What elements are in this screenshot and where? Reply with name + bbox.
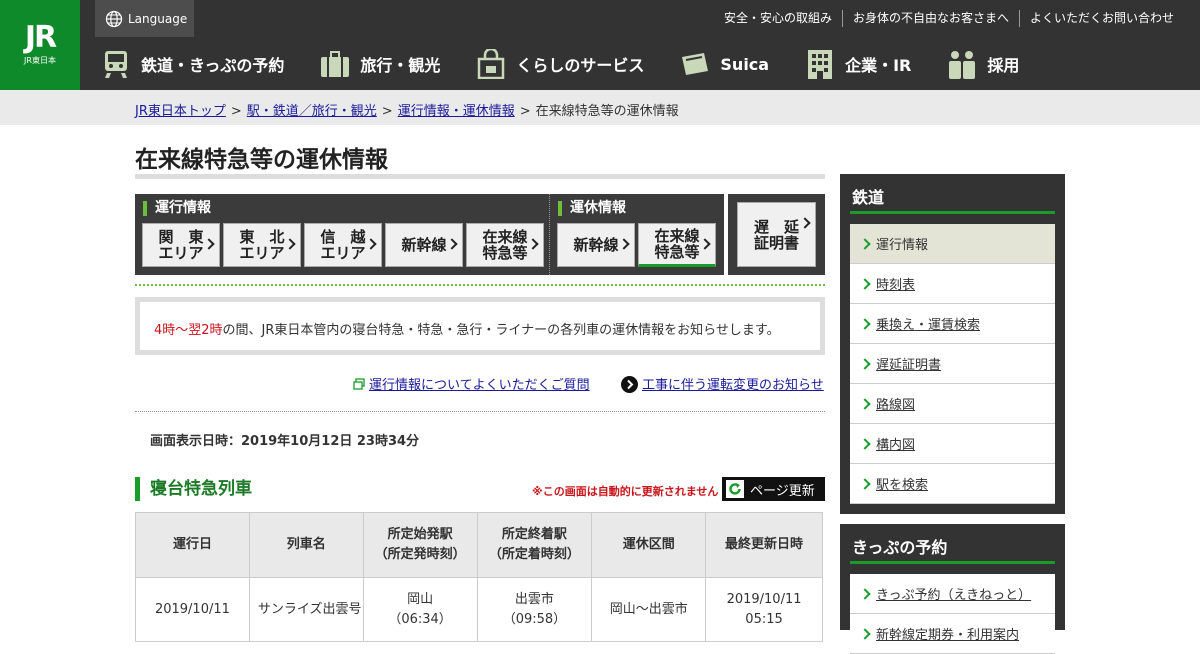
construction-link[interactable]: 工事に伴う運転変更のお知らせ — [642, 378, 824, 393]
tab-delay-certificate[interactable]: 遅 延証明書 — [737, 202, 816, 267]
sidebar-item-route-map[interactable]: 路線図 — [850, 384, 1055, 424]
nav-railway[interactable]: 鉄道・きっぷの予約 — [100, 49, 284, 79]
nav-label: くらしのサービス — [516, 56, 645, 75]
sidebar-item-commuter-pass[interactable]: 新幹線定期券・利用案内 — [850, 614, 1055, 654]
logo-mark: JR — [24, 20, 57, 55]
info-tabs: 運行情報 関 東エリア 東 北エリア 信 越エリア 新幹線 在来線 特急等 運休情… — [135, 194, 825, 275]
operation-tab-group: 運行情報 関 東エリア 東 北エリア 信 越エリア 新幹線 在来線 特急等 — [135, 194, 549, 275]
section-divider — [135, 284, 825, 286]
cell-section: 岡山～出雲市 — [591, 577, 707, 642]
suspension-table: 運行日 列車名 所定始発駅 （所定発時刻） 所定終着駅 （所定着時刻） 運休区間… — [135, 512, 823, 642]
suspension-group-label: 運休情報 — [558, 201, 626, 216]
sidebar-item-station-map[interactable]: 構内図 — [850, 424, 1055, 464]
jr-east-logo[interactable]: JR JR東日本 — [0, 0, 80, 90]
auto-update-note: ※この画面は自動的に更新されません — [532, 485, 719, 498]
sidebar-tickets-list: きっぷ予約（えきねっと） 新幹線定期券・利用案内 — [850, 574, 1055, 654]
nav-recruit[interactable]: 採用 — [946, 49, 1019, 79]
logo-subtext: JR東日本 — [24, 56, 56, 65]
page-title: 在来線特急等の運休情報 — [135, 147, 388, 173]
language-label: Language — [128, 11, 188, 26]
table-row: 2019/10/11 サンライズ出雲号 岡山 （06:34） 出雲市 （09:58）… — [135, 577, 823, 642]
nav-label: Suica — [720, 54, 770, 74]
tab-operation-shinkansen[interactable]: 新幹線 — [385, 223, 463, 267]
col-last-updated: 最終更新日時 — [705, 512, 823, 578]
cell-destination: 出雲市 （09:58） — [476, 577, 593, 642]
suica-card-icon — [679, 49, 711, 79]
faq-link[interactable]: 運行情報についてよくいただくご質問 — [369, 378, 590, 393]
sidebar-railway-title: 鉄道 — [850, 174, 1055, 214]
utility-links: 安全・安心の取組み お身体の不自由なお客さまへ よくいただくお問い合わせ — [714, 10, 1184, 27]
nav-label: 企業・IR — [845, 56, 912, 75]
cell-train-name: サンライズ出雲号 — [248, 577, 364, 642]
utility-link-accessibility[interactable]: お身体の不自由なお客さまへ — [841, 10, 1019, 27]
global-header: JR JR東日本 Language 安全・安心の取組み お身体の不自由なお客さま… — [0, 0, 1200, 90]
building-icon — [804, 49, 836, 79]
train-icon — [100, 49, 132, 79]
cell-updated: 2019/10/11 05:15 — [705, 577, 823, 642]
people-icon — [946, 49, 978, 79]
breadcrumb-link-top[interactable]: JR東日本トップ — [135, 104, 226, 119]
tab-suspension-shinkansen[interactable]: 新幹線 — [557, 223, 635, 267]
faq-link-wrap: 運行情報についてよくいただくご質問 — [353, 374, 590, 393]
sidebar-railway-list: 運行情報 時刻表 乗換え・運賃検索 遅延証明書 路線図 構内図 駅を検索 — [850, 224, 1055, 504]
sidebar-tickets: きっぷの予約 きっぷ予約（えきねっと） 新幹線定期券・利用案内 — [840, 524, 1065, 654]
col-origin: 所定始発駅 （所定発時刻） — [362, 512, 478, 578]
nav-travel[interactable]: 旅行・観光 — [319, 49, 440, 79]
nav-life-services[interactable]: くらしのサービス — [475, 49, 644, 79]
col-train-name: 列車名 — [248, 512, 364, 578]
display-timestamp: 画面表示日時：2019年10月12日 23時34分 — [150, 434, 420, 449]
sidebar-item-eki-net[interactable]: きっぷ予約（えきねっと） — [850, 574, 1055, 614]
sidebar-item-delay-certificate[interactable]: 遅延証明書 — [850, 344, 1055, 384]
utility-link-safety[interactable]: 安全・安心の取組み — [714, 10, 842, 27]
sidebar-item-service-info[interactable]: 運行情報 — [850, 224, 1055, 264]
sidebar-tickets-title: きっぷの予約 — [850, 524, 1055, 564]
nav-label: 旅行・観光 — [360, 56, 441, 75]
breadcrumb-bar: JR東日本トップ > 駅・鉄道／旅行・観光 > 運行情報・運休情報 > 在来線特急等の運休情… — [0, 90, 1200, 125]
tab-suspension-limited-express[interactable]: 在来線 特急等 — [638, 223, 716, 267]
nav-label: 採用 — [987, 56, 1020, 75]
notice-hours: 4時～翌2時 — [154, 323, 223, 338]
tab-shinetsu-area[interactable]: 信 越エリア — [304, 223, 382, 267]
nav-corporate-ir[interactable]: 企業・IR — [804, 49, 911, 79]
tab-kanto-area[interactable]: 関 東エリア — [142, 223, 220, 267]
suitcase-icon — [319, 49, 351, 79]
operation-group-label: 運行情報 — [143, 201, 211, 216]
cell-date: 2019/10/11 — [135, 577, 250, 642]
col-suspended-section: 運休区間 — [591, 512, 707, 578]
notice-text: の間、JR東日本管内の寝台特急・特急・急行・ライナーの各列車の運休情報をお知らせ… — [222, 323, 780, 338]
arrow-circle-icon — [621, 376, 638, 393]
tab-operation-limited-express[interactable]: 在来線 特急等 — [466, 223, 544, 267]
language-button[interactable]: Language — [95, 0, 194, 37]
nav-suica[interactable]: Suica — [679, 49, 769, 79]
notice-box: 4時～翌2時の間、JR東日本管内の寝台特急・特急・急行・ライナーの各列車の運休情… — [135, 297, 825, 355]
construction-link-wrap: 工事に伴う運転変更のお知らせ — [621, 374, 824, 393]
global-nav: 鉄道・きっぷの予約 旅行・観光 くらしのサービス Suica 企業・IR 採用 — [100, 44, 1054, 84]
title-divider — [135, 174, 825, 179]
refresh-button[interactable]: ページ更新 — [722, 477, 825, 501]
external-window-icon — [353, 378, 365, 390]
breadcrumb-link-service-info[interactable]: 運行情報・運休情報 — [398, 104, 515, 119]
col-operation-date: 運行日 — [135, 512, 250, 578]
suspension-tab-group: 運休情報 新幹線 在来線 特急等 — [549, 194, 724, 275]
timestamp-divider — [135, 411, 825, 412]
cell-origin: 岡山 （06:34） — [362, 577, 478, 642]
breadcrumb-current: 在来線特急等の運休情報 — [535, 104, 679, 119]
sidebar-item-timetable[interactable]: 時刻表 — [850, 264, 1055, 304]
refresh-label: ページ更新 — [750, 483, 815, 499]
sidebar-item-station-search[interactable]: 駅を検索 — [850, 464, 1055, 504]
sidebar-railway: 鉄道 運行情報 時刻表 乗換え・運賃検索 遅延証明書 路線図 構内図 駅を検索 — [840, 174, 1065, 514]
delay-tab-group: 遅 延証明書 — [728, 194, 825, 275]
shopping-bag-icon — [475, 49, 507, 79]
col-destination: 所定終着駅 （所定着時刻） — [476, 512, 593, 578]
utility-link-faq[interactable]: よくいただくお問い合わせ — [1018, 10, 1184, 27]
section-title-sleeper: 寝台特急列車 — [135, 477, 252, 501]
nav-label: 鉄道・きっぷの予約 — [141, 56, 285, 75]
table-header-row: 運行日 列車名 所定始発駅 （所定発時刻） 所定終着駅 （所定着時刻） 運休区間… — [135, 512, 823, 578]
refresh-icon — [726, 480, 744, 498]
breadcrumb-link-railway[interactable]: 駅・鉄道／旅行・観光 — [247, 104, 377, 119]
tab-tohoku-area[interactable]: 東 北エリア — [223, 223, 301, 267]
globe-icon — [105, 10, 123, 27]
sidebar-item-route-search[interactable]: 乗換え・運賃検索 — [850, 304, 1055, 344]
breadcrumb: JR東日本トップ > 駅・鉄道／旅行・観光 > 運行情報・運休情報 > 在来線特急等の運休情… — [135, 104, 679, 119]
